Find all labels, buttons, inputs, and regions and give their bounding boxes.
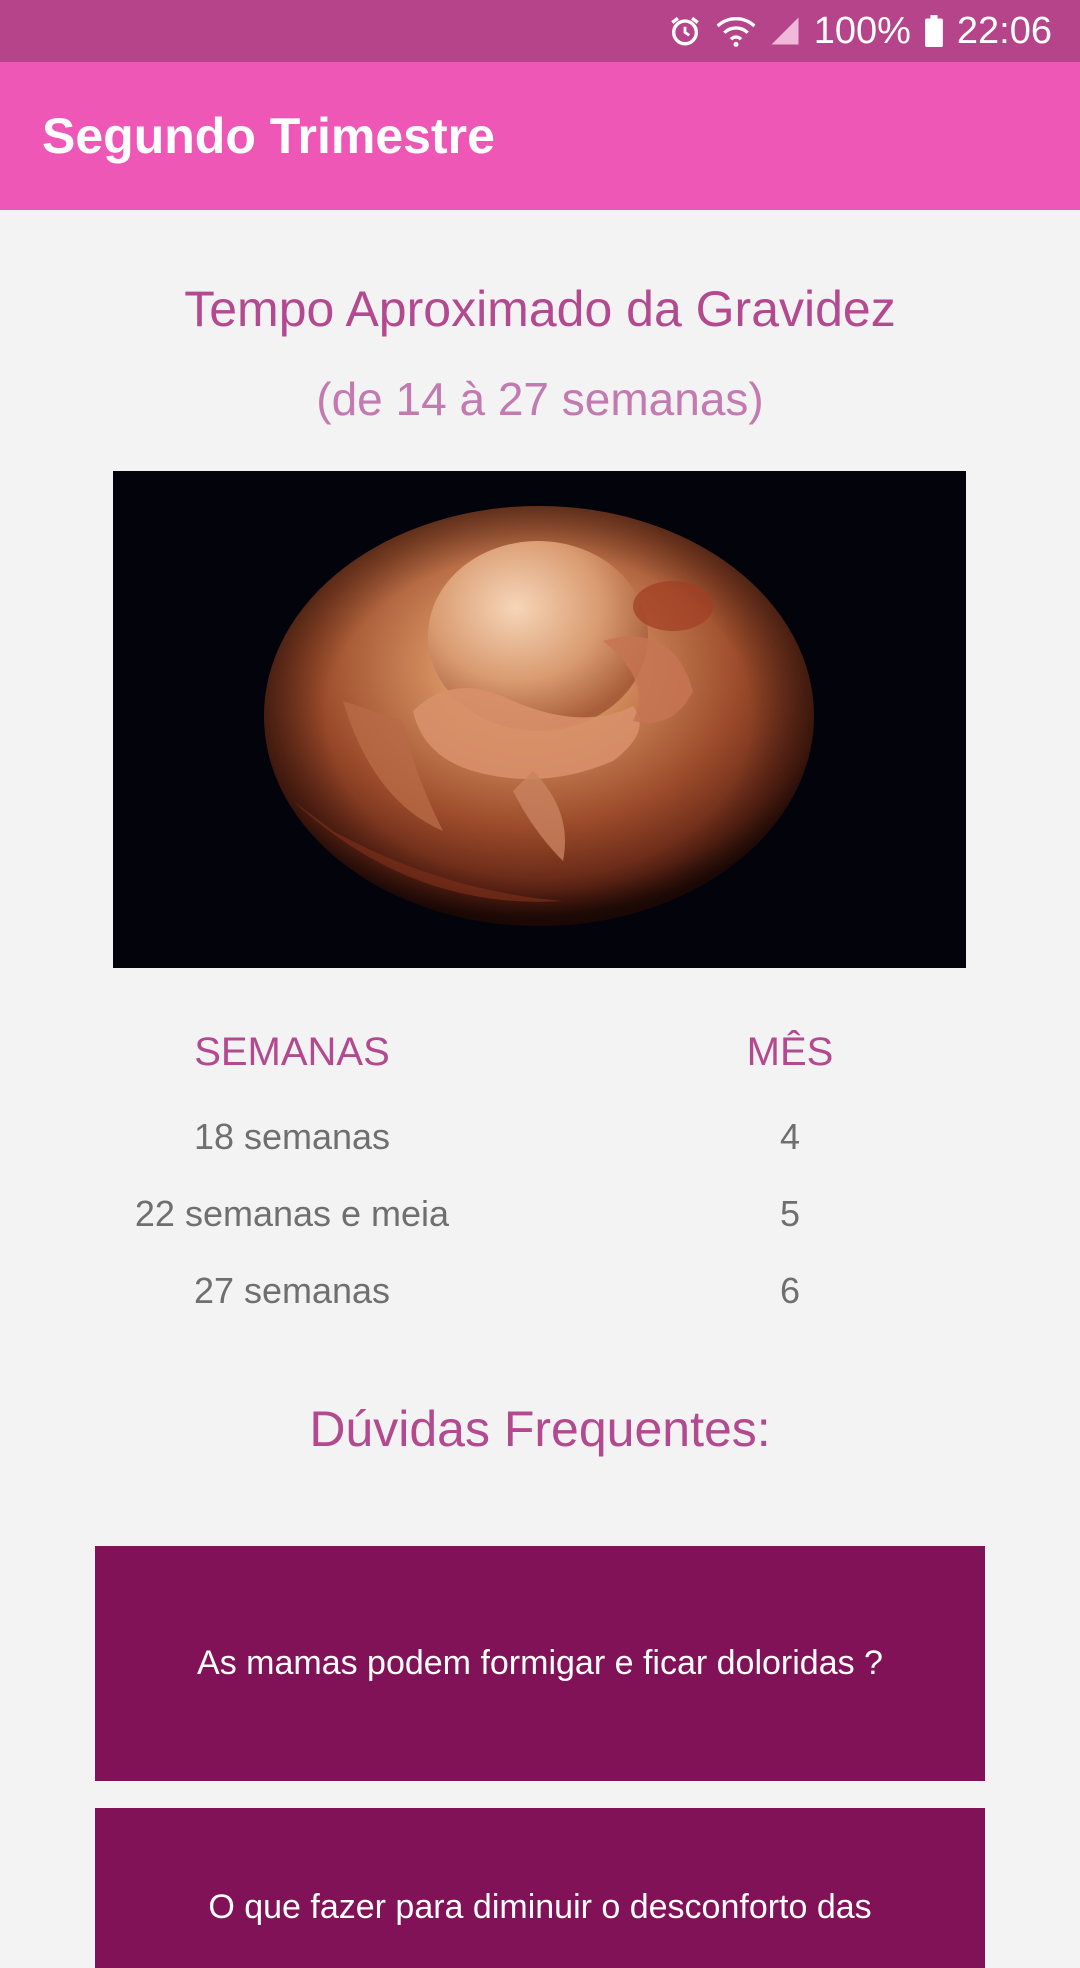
column-header-weeks: SEMANAS [194,1030,390,1074]
faq-item-button[interactable]: O que fazer para diminuir o desconforto … [95,1808,985,1968]
month-cell: 4 [779,1116,801,1157]
column-header-month: MÊS [746,1030,834,1074]
faq-question-text: As mamas podem formigar e ficar dolorida… [197,1644,883,1682]
clock-time: 22:06 [956,9,1052,52]
app-bar: Segundo Trimestre [0,62,1080,210]
status-bar: 100% 22:06 [0,0,1080,62]
faq-item-button[interactable]: As mamas podem formigar e ficar dolorida… [95,1546,985,1781]
table-row: 27 semanas 6 [0,1270,1080,1347]
faq-question-text: O que fazer para diminuir o desconforto … [208,1888,872,1926]
page-title: Tempo Aproximado da Gravidez [184,281,896,337]
table-row: 18 semanas 4 [0,1116,1080,1193]
faq-title: Dúvidas Frequentes: [309,1401,771,1457]
page-subtitle: (de 14 à 27 semanas) [316,373,764,425]
month-cell: 6 [779,1270,801,1311]
table-row: 22 semanas e meia 5 [0,1193,1080,1270]
battery-icon [925,15,943,47]
table-header-row: SEMANAS MÊS [0,1030,1080,1116]
weeks-cell: 22 semanas e meia [134,1193,450,1234]
month-cell: 5 [779,1193,801,1234]
alarm-icon [668,14,702,48]
weeks-cell: 18 semanas [193,1116,391,1157]
app-bar-title: Segundo Trimestre [42,108,495,164]
weeks-months-table: SEMANAS MÊS 18 semanas 4 22 semanas e me… [0,1030,1080,1347]
wifi-icon [716,14,756,48]
signal-icon [770,16,800,46]
weeks-cell: 27 semanas [193,1270,391,1311]
fetus-photo [113,471,966,968]
battery-percent: 100% [813,9,911,52]
